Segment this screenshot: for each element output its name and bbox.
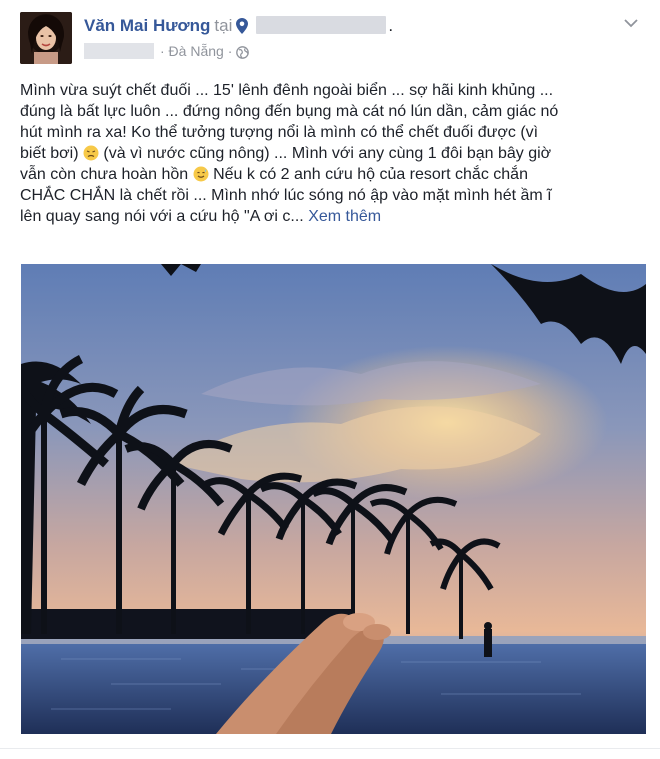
avatar-image xyxy=(20,12,72,64)
facebook-post: Văn Mai Hương tại. · Đà Nẵng · Mình vừa s… xyxy=(0,0,660,759)
author-name[interactable]: Văn Mai Hương xyxy=(84,16,210,35)
post-text-line: biết bơi) (và vì nước cũng nông) ... Mìn… xyxy=(20,143,645,164)
sunset-beach-photo xyxy=(21,264,646,734)
globe-icon[interactable] xyxy=(236,45,250,63)
post-text-line: vẫn còn chưa hoàn hồn Nếu k có 2 anh cứu… xyxy=(20,164,645,185)
post-text-segment: Nếu k có 2 anh cứu hộ của resort chắc ch… xyxy=(208,166,528,183)
post-text-segment: (và vì nước cũng nông) ... Mình với any … xyxy=(98,145,552,162)
see-more-link[interactable]: Xem thêm xyxy=(308,208,381,225)
location-separator: . xyxy=(388,16,394,35)
post-text-segment: biết bơi) xyxy=(20,145,83,162)
post-meta: · Đà Nẵng · xyxy=(84,42,250,63)
post-text-segment: lên quay sang nói với a cứu hộ "A ơi c..… xyxy=(20,208,309,225)
sweat-smile-emoji xyxy=(193,166,209,182)
chevron-down-icon[interactable] xyxy=(620,12,642,34)
at-word: tại xyxy=(214,16,233,35)
post-text-segment: vẫn còn chưa hoàn hồn xyxy=(20,166,193,183)
tired-face-emoji xyxy=(83,145,99,161)
author-line: Văn Mai Hương tại. xyxy=(84,16,393,39)
redacted-location[interactable] xyxy=(256,16,387,34)
post-text-line: hút mình ra xa! Ko thể tưởng tượng nổi l… xyxy=(20,124,539,141)
post-text-line: CHẮC CHẮN là chết rồi ... Mình nhớ lúc s… xyxy=(20,187,552,204)
post-photo[interactable] xyxy=(21,264,646,734)
post-text-line: đúng là bất lực luôn ... đứng nông đến b… xyxy=(20,103,559,120)
post-divider xyxy=(0,748,660,749)
redacted-timestamp[interactable] xyxy=(84,43,154,59)
post-text-line: lên quay sang nói với a cứu hộ "A ơi c..… xyxy=(20,206,645,227)
avatar[interactable] xyxy=(20,12,72,64)
post-text-line: Mình vừa suýt chết đuối ... 15' lênh đên… xyxy=(20,82,554,99)
post-place: · Đà Nẵng · xyxy=(160,43,233,59)
post-text: Mình vừa suýt chết đuối ... 15' lênh đên… xyxy=(20,80,645,227)
map-pin-icon xyxy=(236,18,249,39)
